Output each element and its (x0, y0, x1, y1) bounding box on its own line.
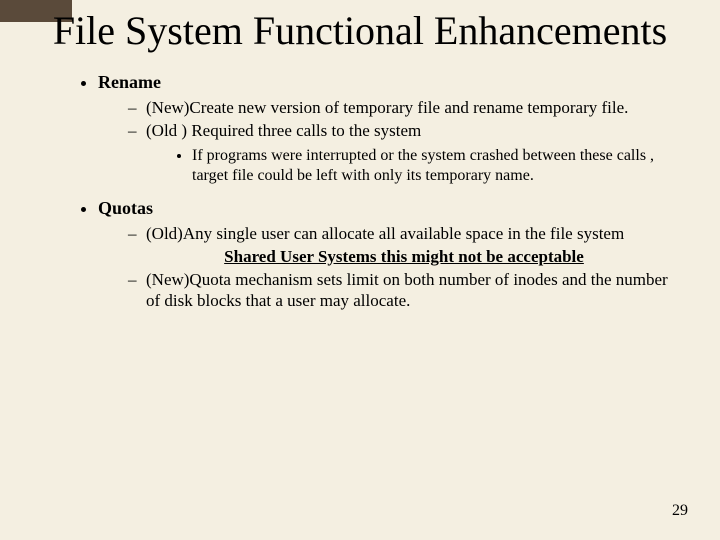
bullet-quotas: Quotas (Old)Any single user can allocate… (98, 198, 680, 312)
rename-old-text: (Old ) Required three calls to the syste… (146, 121, 421, 140)
rename-detail: If programs were interrupted or the syst… (192, 146, 680, 186)
bullet-quotas-label: Quotas (98, 198, 153, 218)
quotas-caution: Shared User Systems this might not be ac… (128, 246, 680, 267)
slide-body: File System Functional Enhancements Rena… (0, 0, 720, 540)
rename-detail-list: If programs were interrupted or the syst… (146, 146, 680, 186)
rename-new: (New)Create new version of temporary fil… (128, 97, 680, 118)
rename-sub-list: (New)Create new version of temporary fil… (98, 97, 680, 186)
main-bullet-list: Rename (New)Create new version of tempor… (40, 72, 680, 312)
quotas-new: (New)Quota mechanism sets limit on both … (128, 269, 680, 312)
bullet-rename-label: Rename (98, 72, 161, 92)
slide-title: File System Functional Enhancements (40, 8, 680, 54)
rename-old: (Old ) Required three calls to the syste… (128, 120, 680, 185)
quotas-old: (Old)Any single user can allocate all av… (128, 223, 680, 268)
page-number: 29 (672, 502, 688, 520)
quotas-old-text: (Old)Any single user can allocate all av… (146, 224, 624, 243)
bullet-rename: Rename (New)Create new version of tempor… (98, 72, 680, 186)
quotas-sub-list: (Old)Any single user can allocate all av… (98, 223, 680, 312)
